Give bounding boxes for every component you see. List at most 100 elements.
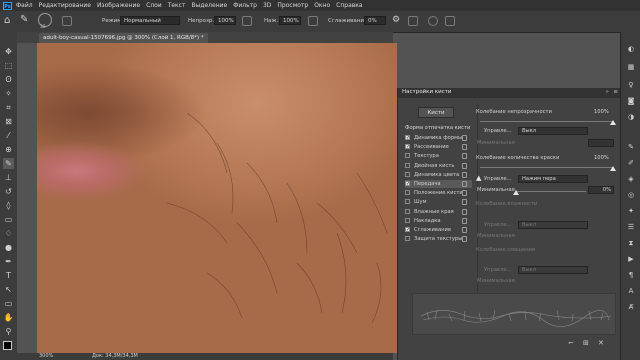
option-checkbox[interactable]	[405, 217, 410, 223]
zoom-level[interactable]: 300%	[39, 353, 53, 360]
lock-icon[interactable]	[462, 144, 467, 151]
brush-option-row[interactable]: Динамика цвета	[405, 171, 472, 179]
image-canvas[interactable]	[37, 43, 397, 353]
mix-control-select[interactable]: Выкл	[518, 266, 588, 274]
menu-filter[interactable]: Фильтр	[233, 2, 257, 9]
marquee-tool-icon[interactable]: ⬚	[3, 60, 14, 71]
lock-icon[interactable]	[462, 217, 467, 224]
panel-menu-icon[interactable]: ≡	[613, 89, 618, 95]
gradient-tool-icon[interactable]: ▭	[3, 214, 14, 225]
brush-tool-icon[interactable]: ✎	[20, 14, 28, 25]
opacity-minimum-field[interactable]	[588, 139, 614, 147]
option-checkbox[interactable]	[405, 171, 410, 177]
lasso-tool-icon[interactable]: ʘ	[3, 74, 14, 85]
paint-jitter-slider[interactable]	[480, 167, 613, 168]
zoom-tool-icon[interactable]: ⚲	[3, 326, 14, 337]
lock-icon[interactable]	[462, 190, 467, 197]
menu-image[interactable]: Изображение	[97, 2, 140, 9]
brush-option-row[interactable]: ✓ Рассеивание	[405, 143, 472, 151]
create-brush-icon[interactable]: ⌐	[568, 339, 574, 347]
paths-panel-icon[interactable]: ✦	[626, 206, 636, 216]
menu-3d[interactable]: 3D	[263, 2, 271, 9]
option-checkbox[interactable]: ✓	[405, 181, 410, 187]
layers-panel-icon[interactable]: ◈	[626, 174, 636, 184]
blur-tool-icon[interactable]: ♢	[3, 228, 14, 239]
option-checkbox[interactable]	[405, 153, 410, 159]
brushes-panel-icon[interactable]: ✐	[626, 158, 636, 168]
opacity-jitter-thumb[interactable]	[610, 120, 616, 125]
lock-icon[interactable]	[462, 135, 467, 141]
new-brush-icon[interactable]: ⊞	[583, 339, 589, 347]
delete-icon[interactable]: ✕	[598, 339, 604, 347]
pen-tool-icon[interactable]: ✒	[3, 256, 14, 267]
symmetry-icon[interactable]	[445, 16, 455, 26]
shape-tool-icon[interactable]: ▭	[3, 298, 14, 309]
lock-icon[interactable]	[462, 171, 467, 178]
option-checkbox[interactable]: ✓	[405, 227, 410, 233]
brush-settings-panel-icon[interactable]: ✎	[626, 142, 636, 152]
swatches-panel-icon[interactable]: ▦	[626, 62, 636, 72]
option-checkbox[interactable]	[405, 208, 410, 214]
lock-icon[interactable]	[462, 208, 467, 215]
opacity-control-select[interactable]: Выкл	[518, 127, 588, 135]
option-checkbox[interactable]	[405, 199, 410, 205]
libraries-panel-icon[interactable]: ◙	[626, 96, 636, 106]
option-checkbox[interactable]	[405, 162, 410, 168]
opacity-field[interactable]: 100%	[214, 16, 236, 25]
brushes-button[interactable]: Кисти	[418, 107, 454, 118]
gear-icon[interactable]: ⚙	[392, 15, 400, 25]
lock-icon[interactable]	[462, 181, 467, 187]
actions-panel-icon[interactable]: ▶	[626, 254, 636, 264]
healing-brush-tool-icon[interactable]: ⊕	[3, 144, 14, 155]
angle-icon[interactable]	[408, 16, 418, 26]
brush-option-row[interactable]: Шум	[405, 198, 472, 206]
type-tool-icon[interactable]: T	[3, 270, 14, 281]
collapse-icon[interactable]: »	[606, 89, 609, 95]
move-tool-icon[interactable]: ✥	[3, 46, 14, 57]
brush-option-row[interactable]: Защита текстуры	[405, 235, 472, 243]
lock-icon[interactable]	[462, 227, 467, 233]
dodge-tool-icon[interactable]: ●	[3, 242, 14, 253]
option-checkbox[interactable]	[405, 236, 410, 242]
glyphs-panel-icon[interactable]: Ⱥ	[626, 302, 636, 312]
crop-tool-icon[interactable]: ⌗	[3, 102, 14, 113]
paragraph-panel-icon[interactable]: ¶	[626, 270, 636, 280]
paint-control-select[interactable]: Нажим пера	[518, 175, 588, 183]
brush-tool-icon[interactable]: ✎	[3, 158, 14, 169]
menu-type[interactable]: Текст	[168, 2, 186, 9]
menu-file[interactable]: Файл	[16, 2, 33, 9]
lock-icon[interactable]	[462, 153, 467, 160]
brush-option-row[interactable]: Положение кисти	[405, 189, 472, 197]
paint-minimum-slider[interactable]	[516, 191, 586, 192]
paint-jitter-thumb[interactable]	[610, 166, 616, 171]
pressure-size-icon[interactable]	[428, 16, 438, 26]
learn-panel-icon[interactable]: ♀	[626, 80, 636, 90]
document-tab[interactable]: adult-boy-casual-1507696.jpg @ 300% (Сло…	[39, 33, 208, 43]
menu-help[interactable]: Справка	[336, 2, 362, 9]
brush-option-row[interactable]: ✓ Сглаживание	[405, 226, 472, 234]
opacity-jitter-slider[interactable]	[480, 121, 613, 122]
option-checkbox[interactable]: ✓	[405, 144, 410, 150]
lock-icon[interactable]	[462, 199, 467, 206]
menu-window[interactable]: Окно	[314, 2, 330, 9]
pressure-opacity-icon[interactable]	[242, 16, 252, 26]
brush-option-row[interactable]: Влажные края	[405, 208, 472, 216]
menu-view[interactable]: Просмотр	[277, 2, 308, 9]
mode-select[interactable]: Нормальный	[120, 16, 180, 25]
option-checkbox[interactable]	[405, 190, 410, 196]
adjustments-panel-icon[interactable]: ◑	[626, 112, 636, 122]
clone-stamp-tool-icon[interactable]: ⊥	[3, 172, 14, 183]
eyedropper-tool-icon[interactable]: ⁄	[3, 130, 14, 141]
brush-option-row[interactable]: ✓ Динамика формы	[405, 134, 472, 142]
foreground-color-swatch[interactable]	[3, 341, 12, 350]
color-panel-icon[interactable]: ◐	[626, 44, 636, 54]
lock-icon[interactable]	[462, 236, 467, 243]
brush-settings-toggle-icon[interactable]	[62, 16, 72, 26]
channels-panel-icon[interactable]: ◎	[626, 190, 636, 200]
flow-field[interactable]: 100%	[279, 16, 301, 25]
path-select-tool-icon[interactable]: ↖	[3, 284, 14, 295]
brush-tip-shape-item[interactable]: Форма отпечатка кисти	[405, 125, 470, 131]
wet-control-select[interactable]: Выкл	[518, 221, 588, 229]
character-panel-icon[interactable]: A	[626, 286, 636, 296]
home-icon[interactable]: ⌂	[4, 15, 10, 26]
